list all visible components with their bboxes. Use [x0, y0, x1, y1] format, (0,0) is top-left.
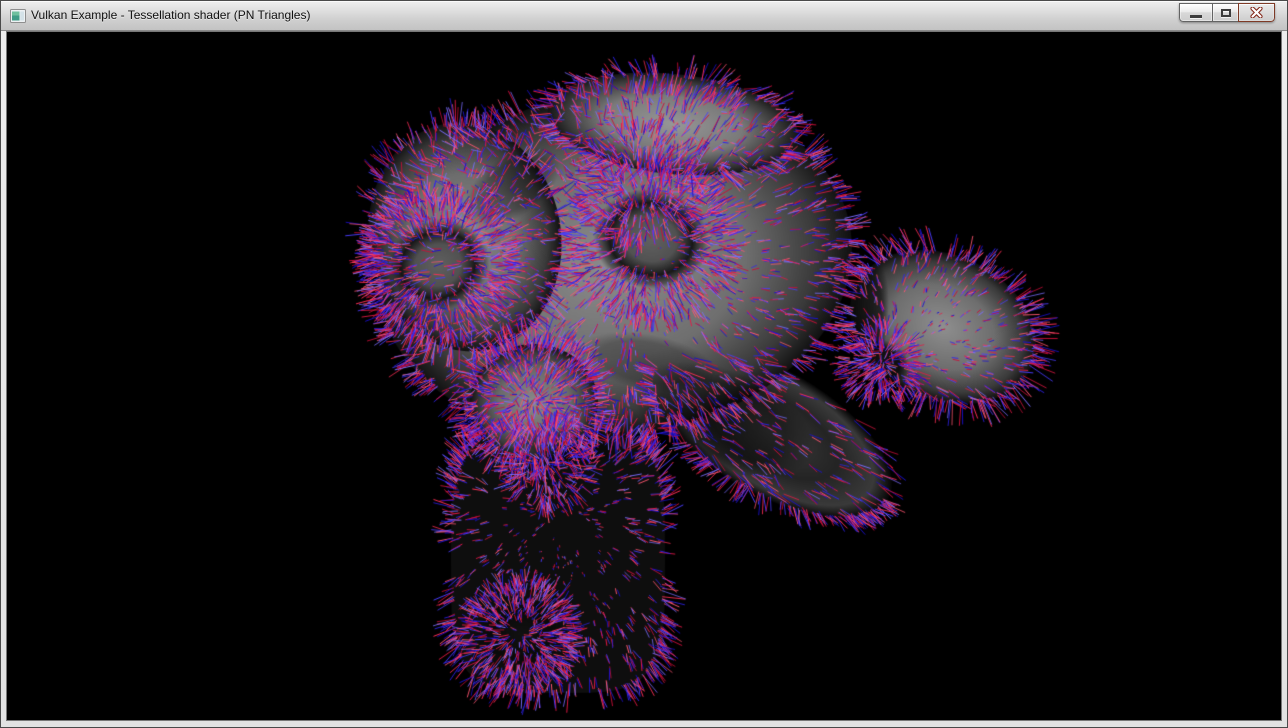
minimize-icon — [1190, 15, 1202, 18]
window-title: Vulkan Example - Tessellation shader (PN… — [31, 1, 310, 30]
window-frame — [1, 31, 1287, 727]
render-viewport[interactable] — [6, 31, 1282, 721]
maximize-icon — [1221, 9, 1231, 17]
app-window: Vulkan Example - Tessellation shader (PN… — [0, 0, 1288, 728]
maximize-button[interactable] — [1212, 3, 1239, 22]
titlebar[interactable]: Vulkan Example - Tessellation shader (PN… — [1, 1, 1287, 31]
close-icon — [1250, 7, 1263, 18]
tessellation-render-canvas[interactable] — [7, 32, 1282, 721]
app-icon — [10, 8, 26, 24]
minimize-button[interactable] — [1179, 3, 1213, 22]
close-button[interactable] — [1238, 3, 1275, 22]
caption-buttons — [1179, 3, 1275, 22]
